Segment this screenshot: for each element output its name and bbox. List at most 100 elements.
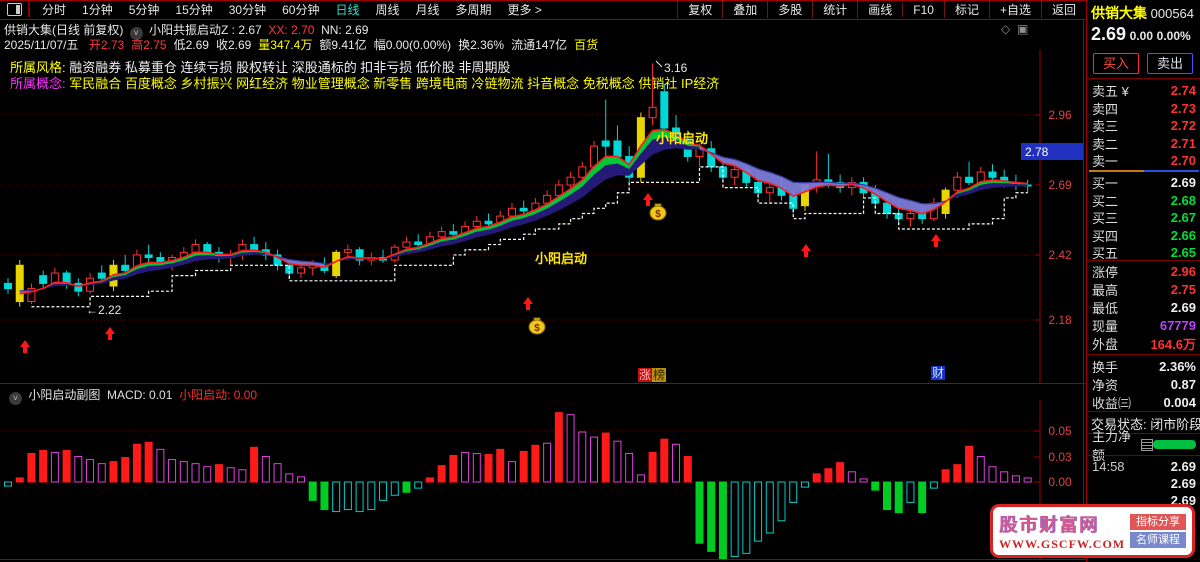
candle-body: [965, 176, 974, 183]
order-book-row[interactable]: 卖二 2.71: [1092, 135, 1196, 152]
panel-divider: [1087, 354, 1200, 355]
order-book-row[interactable]: 买五 2.65: [1092, 244, 1196, 261]
sell-button[interactable]: 卖出: [1147, 53, 1193, 74]
border-subchart-top: [0, 383, 1086, 384]
candle-body: [507, 207, 516, 217]
macd-bar: [144, 441, 153, 483]
watermark-site-url: WWW.GSCFW.COM: [999, 536, 1126, 551]
macd-bar: [507, 461, 516, 483]
order-book-row[interactable]: 卖一 2.70: [1092, 152, 1196, 169]
candle-body: [343, 249, 352, 253]
watermark: 股市财富网 WWW.GSCFW.COM 指标分享 名师课程: [990, 504, 1195, 558]
candle-body: [578, 166, 587, 178]
candle-body: [566, 176, 575, 186]
toolbar-button-叠加[interactable]: 叠加: [722, 1, 767, 18]
period-tab-60分钟[interactable]: 60分钟: [274, 1, 327, 18]
order-book-row[interactable]: 卖三 2.72: [1092, 117, 1196, 134]
window-icon[interactable]: [7, 3, 22, 16]
period-tab-15分钟[interactable]: 15分钟: [167, 1, 220, 18]
macd-bar: [496, 448, 505, 483]
macd-bar: [1000, 471, 1009, 483]
tick-row: 14:58 2.69: [1092, 458, 1196, 475]
candle-body: [144, 254, 153, 259]
marker-diamond-icon[interactable]: ◇: [1001, 22, 1010, 36]
watermark-badge-2: 名师课程: [1130, 532, 1186, 548]
peak-price-label: 3.16: [664, 61, 688, 75]
ribbon-blue-band: [699, 145, 946, 214]
money-bag-icon: $: [528, 317, 546, 335]
toolbar-button-复权[interactable]: 复权: [677, 1, 722, 18]
tick-time: 14:58: [1092, 459, 1125, 474]
order-book-row[interactable]: 买一 2.69: [1092, 174, 1196, 191]
toolbar-button-标记[interactable]: 标记: [943, 1, 989, 18]
period-tab-30分钟[interactable]: 30分钟: [221, 1, 274, 18]
macd-bar: [320, 481, 329, 511]
order-book-row[interactable]: 买三 2.67: [1092, 209, 1196, 226]
candle-body: [953, 176, 962, 191]
ribbon-navy-band: [324, 137, 700, 266]
macd-bar: [132, 443, 141, 483]
macd-bar: [906, 481, 915, 503]
macd-bar: [1011, 475, 1020, 483]
candle-body: [332, 251, 341, 277]
stat-row-label: 外盘: [1092, 337, 1119, 352]
period-tabs: 分时 1分钟 5分钟 15分钟 30分钟 60分钟 日线 周线 月线 多周期 更多 >: [34, 1, 550, 18]
price-axis-label: 2.69: [1048, 178, 1072, 192]
macd-bar: [976, 456, 985, 483]
zhangbang-tag[interactable]: 涨榜: [638, 366, 667, 384]
panel-change: 0.00: [1129, 29, 1154, 43]
macd-bar: [566, 414, 575, 483]
period-tab-月线[interactable]: 月线: [408, 1, 448, 18]
toolbar-button-统计[interactable]: 统计: [812, 1, 857, 18]
candle-body: [203, 244, 212, 253]
period-tab-多周期[interactable]: 多周期: [448, 1, 500, 18]
tick-price: 2.69: [1170, 459, 1196, 474]
order-book-row-label: 卖五 ¥: [1092, 84, 1129, 99]
period-tab-周线[interactable]: 周线: [367, 1, 407, 18]
stat-row-value: 0.87: [1170, 377, 1196, 392]
macd-subchart[interactable]: 0.05 0.03 0.00: [0, 400, 1086, 562]
buy-arrow-icon: [643, 193, 653, 206]
toolbar-button-画线[interactable]: 画线: [857, 1, 902, 18]
macd-bar: [543, 442, 552, 483]
order-book-row[interactable]: 买四 2.66: [1092, 227, 1196, 244]
border-bottom: [0, 559, 1086, 560]
order-book-row[interactable]: 卖四 2.73: [1092, 100, 1196, 117]
period-tab-更多 >[interactable]: 更多 >: [500, 1, 550, 18]
stat-row-value: 2.36%: [1159, 359, 1196, 374]
toolbar-button-多股[interactable]: 多股: [767, 1, 812, 18]
order-book-row[interactable]: 买二 2.68: [1092, 192, 1196, 209]
toolbar-button-+自选[interactable]: +自选: [988, 1, 1041, 18]
panel-toggle-icon[interactable]: ▣: [1017, 22, 1028, 36]
signal-label: 小阳启动: [656, 131, 709, 146]
macd-bar: [601, 432, 610, 483]
macd-bar: [718, 481, 727, 559]
cai-tag[interactable]: 财: [931, 366, 946, 380]
period-tab-分时[interactable]: 分时: [34, 1, 74, 18]
buy-button[interactable]: 买入: [1093, 53, 1139, 74]
period-tab-5分钟[interactable]: 5分钟: [121, 1, 168, 18]
main-flow-row[interactable]: 主力净额: [1092, 429, 1197, 463]
stat-row: 最低 2.69: [1092, 299, 1196, 316]
toolbar-button-F10[interactable]: F10: [902, 2, 944, 17]
mid-price-divider: [1089, 170, 1199, 172]
sub-axis-label: 0.05: [1048, 424, 1072, 438]
tick-row: 2.69: [1092, 475, 1196, 492]
macd-bar: [390, 481, 399, 496]
macd-bar: [332, 481, 341, 513]
macd-bar: [730, 481, 739, 557]
macd-bar: [894, 481, 903, 514]
main-chart[interactable]: 2.96 2.69 2.42 2.18 2.78 $ $: [0, 50, 1086, 384]
order-book-row-label: 买一: [1092, 176, 1119, 191]
toolbar-button-返回[interactable]: 返回: [1040, 1, 1086, 18]
buy-arrow-icon: [801, 244, 811, 257]
candle-body: [250, 244, 259, 251]
order-book-row-value: 2.68: [1170, 192, 1196, 208]
candle-body: [4, 282, 12, 290]
macd-bar: [554, 412, 563, 483]
list-icon: [1140, 438, 1153, 451]
order-book-row[interactable]: 卖五 ¥ 2.74: [1092, 82, 1196, 99]
period-tab-日线[interactable]: 日线: [327, 1, 367, 18]
indicator-xx: XX: 2.70: [268, 23, 315, 37]
period-tab-1分钟[interactable]: 1分钟: [74, 1, 121, 18]
